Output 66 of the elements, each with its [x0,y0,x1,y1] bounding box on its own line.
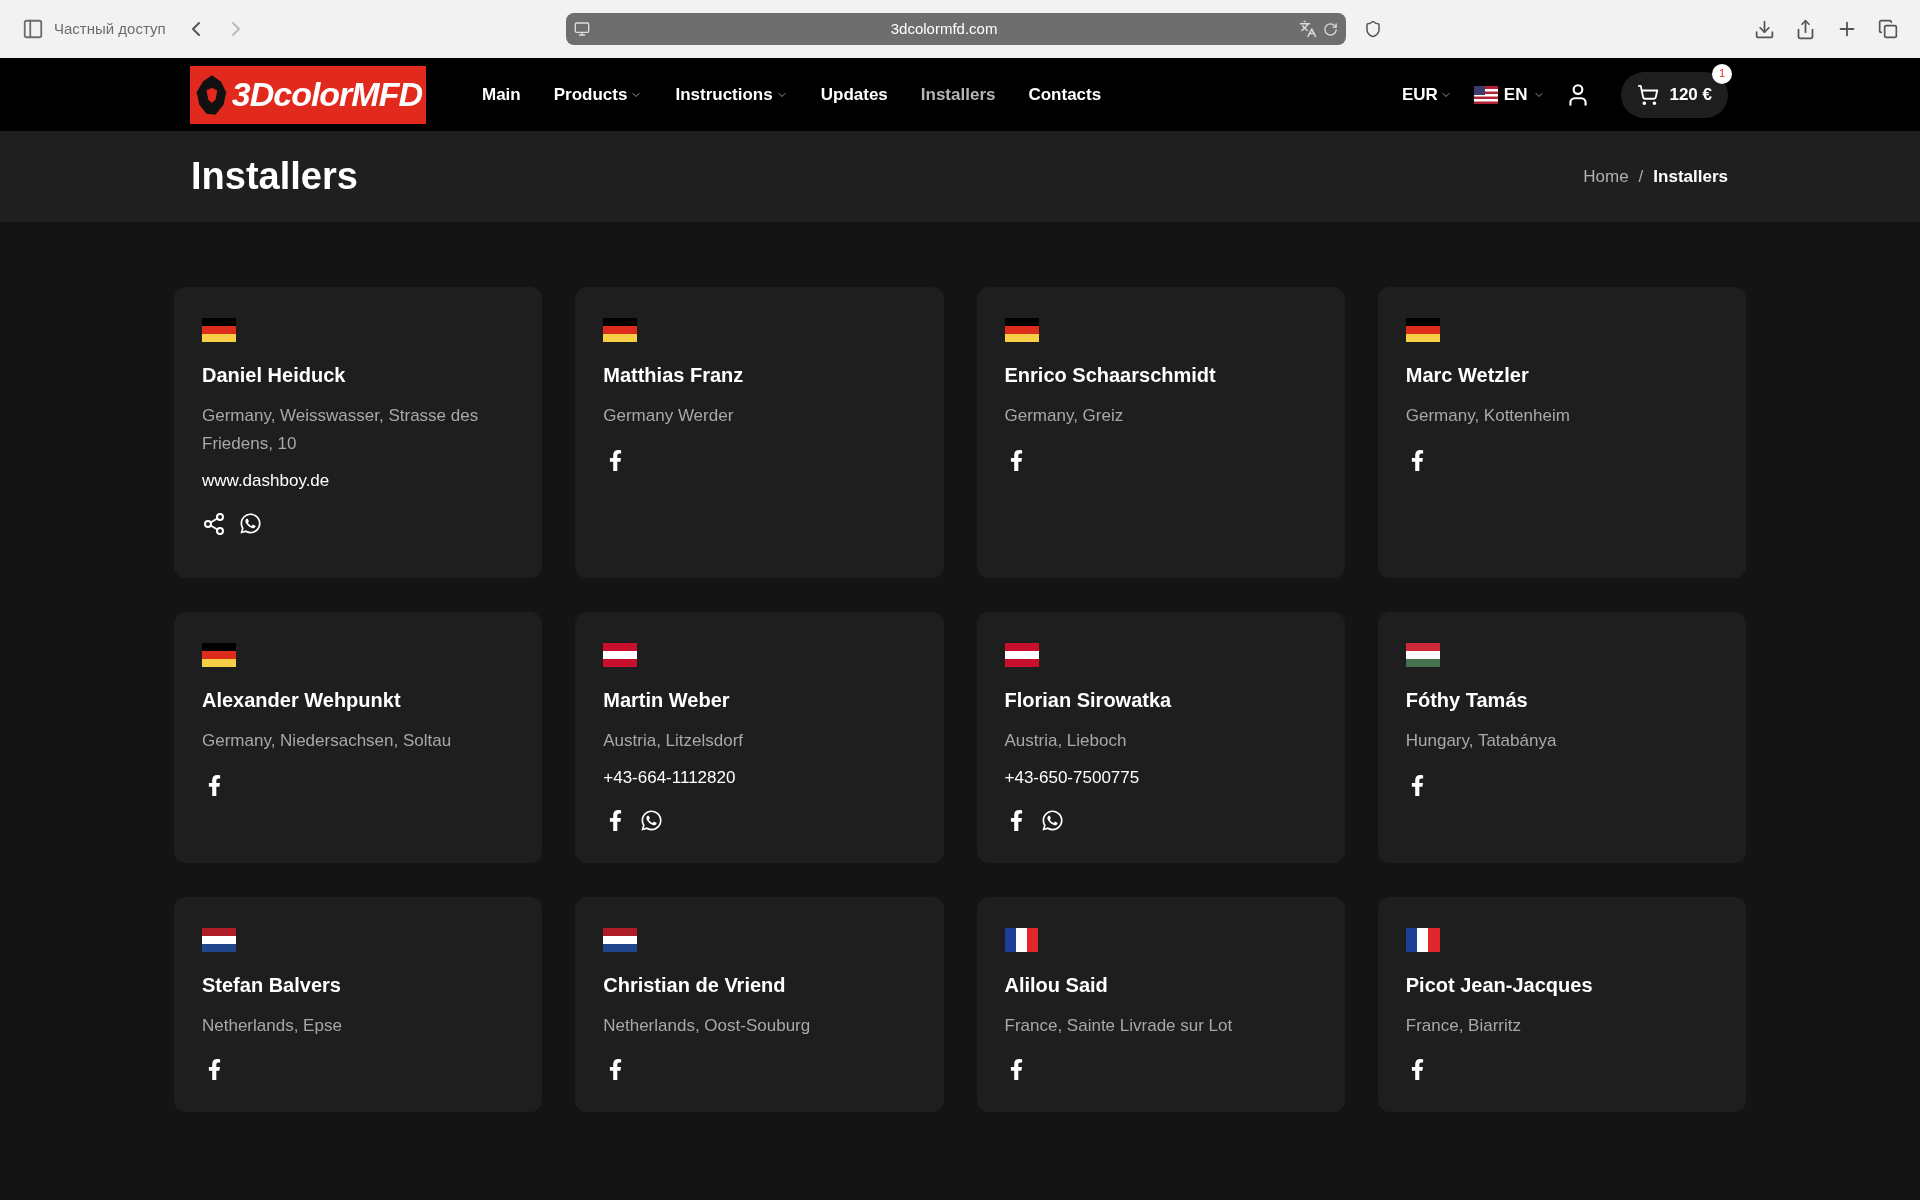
installer-name: Marc Wetzler [1405,363,1530,388]
nav-link[interactable]: Products [553,81,643,108]
installer-name: Christian de Vriend [603,972,787,998]
breadcrumb-link[interactable]: Home [1583,163,1629,190]
sidebar-icon[interactable] [22,18,44,40]
installer-name: Daniel Heiduck [202,363,347,388]
flag-icon [1004,927,1039,952]
nav-link[interactable]: Instructions [675,81,788,108]
page-icon [573,21,590,37]
page-title: Installers [191,154,358,199]
installer-address: Netherlands, Oost-Souburg [603,1014,812,1037]
nav-link[interactable]: Installers [920,81,996,108]
share-icon[interactable] [1795,18,1816,40]
installer-name: Matthias Franz [603,363,745,388]
flag-icon [603,927,638,952]
flag-icon [202,927,236,952]
nav-link[interactable]: Updates [820,81,888,108]
installer-name: Stefan Balvers [202,972,342,998]
installer-address: Hungary, Tatabánya [1405,730,1558,752]
tabs-overview-icon[interactable] [1878,19,1898,39]
installer-name: Martin Weber [603,688,731,713]
installer-name: Fóthy Tamás [1405,688,1529,713]
installer-name: Alexander Wehpunkt [202,688,402,713]
translate-icon[interactable] [1298,20,1317,38]
cart-icon [1637,83,1660,106]
shield-icon[interactable] [1363,20,1382,38]
installer-address: Germany, Greiz [1004,405,1125,427]
contact-link[interactable]: +43-664-1112820 [603,765,916,791]
reload-icon[interactable] [1322,21,1338,37]
cart-count-badge: 1 [1712,63,1732,84]
private-browsing-label: Частный доступ [54,18,166,39]
address-bar[interactable]: 3dcolormfd.com [565,13,1346,45]
installer-address: Germany, Niedersachsen, Soltau [202,730,453,752]
logo[interactable]: 3DcolorMFD [190,65,426,124]
flag-icon [1405,318,1440,342]
us-flag-icon [1473,85,1498,104]
installer-address: France, Sainte Livrade sur Lot [1004,1014,1234,1037]
language-selector[interactable]: EN [1473,81,1546,108]
installer-address: Germany, Kottenheim [1405,405,1571,427]
installer-name: Alilou Said [1004,972,1109,998]
flag-icon [603,318,638,342]
download-icon[interactable] [1754,18,1775,40]
flag-icon [1004,318,1039,342]
breadcrumb-link[interactable]: Installers [1653,163,1728,190]
flag-icon [202,318,236,342]
flag-icon [603,643,638,667]
installer-name: Enrico Schaarschmidt [1004,363,1217,388]
installer-address: France, Biarritz [1405,1014,1522,1037]
url-text: 3dcolormfd.com [889,18,999,39]
nav-link[interactable]: Main [482,81,521,108]
currency-selector[interactable]: EUR [1401,81,1452,108]
flag-icon [202,643,236,667]
breadcrumb-separator: / [1638,165,1644,188]
installer-address: Netherlands, Epse [202,1014,343,1037]
flag-icon [1405,643,1440,667]
installer-address: Austria, Lieboch [1004,730,1128,752]
installer-address: Germany Werder [603,405,735,427]
installer-address: Germany, Weisswasser, Strasse des Friedens, 10 [202,405,480,455]
installer-name: Picot Jean-Jacques [1405,972,1594,998]
contact-link[interactable]: www.dashboy.de [202,468,515,494]
installer-name: Florian Sirowatka [1004,688,1173,713]
flag-icon [1405,927,1440,952]
contact-link[interactable]: +43-650-7500775 [1004,765,1317,791]
installer-address: Austria, Litzelsdorf [603,730,745,752]
flag-icon [1004,643,1039,667]
nav-link[interactable]: Contacts [1028,81,1102,108]
